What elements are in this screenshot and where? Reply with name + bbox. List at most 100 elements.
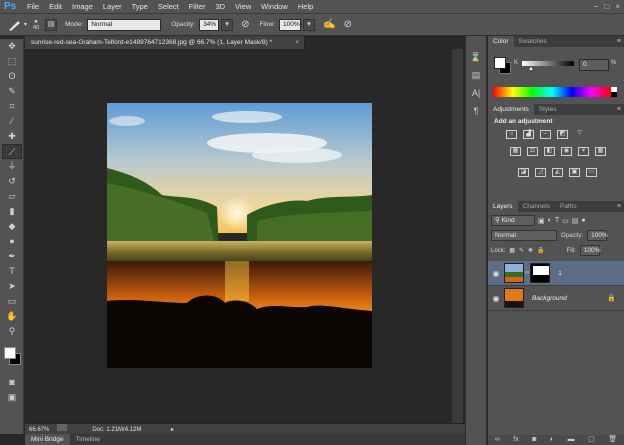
- layer-blend-mode-select[interactable]: Normal: [491, 230, 557, 241]
- photo-filter-icon[interactable]: ◉: [561, 147, 572, 156]
- dodge-tool-icon[interactable]: ●: [2, 234, 22, 249]
- selective-color-icon[interactable]: ▣: [569, 168, 580, 177]
- screen-mode-icon[interactable]: ▣: [2, 390, 22, 405]
- quick-select-tool-icon[interactable]: ✎: [2, 84, 22, 99]
- menu-window[interactable]: Window: [256, 0, 293, 14]
- black-white-icon[interactable]: ◧: [544, 147, 555, 156]
- hand-tool-icon[interactable]: ✋: [2, 309, 22, 324]
- airbrush-icon[interactable]: ✍: [323, 19, 335, 30]
- lock-position-icon[interactable]: ✥: [528, 247, 533, 254]
- filter-type-icon[interactable]: T: [555, 217, 559, 224]
- brush-size-picker[interactable]: ● 40: [33, 19, 39, 31]
- menu-filter[interactable]: Filter: [184, 0, 211, 14]
- minimize-button[interactable]: −: [594, 0, 599, 14]
- slider-thumb-icon[interactable]: ▲: [528, 66, 534, 72]
- adjustments-menu-icon[interactable]: ≡: [617, 104, 621, 115]
- tab-mini-bridge[interactable]: Mini Bridge: [25, 434, 70, 445]
- layer-row-1[interactable]: ◉ ∞ 1: [488, 261, 624, 286]
- opacity-slider-toggle[interactable]: ▾: [221, 18, 234, 31]
- delete-layer-icon[interactable]: 🗑: [608, 435, 617, 445]
- add-mask-icon[interactable]: ◙: [532, 435, 536, 445]
- status-menu-arrow-icon[interactable]: ▸: [171, 427, 174, 433]
- menu-layer[interactable]: Layer: [98, 0, 127, 14]
- levels-icon[interactable]: ▟: [523, 130, 534, 139]
- tab-timeline[interactable]: Timeline: [70, 434, 106, 445]
- tab-adjustments[interactable]: Adjustments: [488, 104, 534, 115]
- menu-file[interactable]: File: [22, 0, 44, 14]
- close-document-icon[interactable]: ×: [295, 36, 299, 49]
- threshold-icon[interactable]: ◭: [552, 168, 563, 177]
- text-panel-icon[interactable]: A|: [467, 86, 485, 100]
- zoom-tool-icon[interactable]: ⚲: [2, 324, 22, 339]
- filter-shape-icon[interactable]: ▭: [562, 217, 569, 225]
- filter-pixel-icon[interactable]: ▣: [538, 217, 545, 225]
- blur-tool-icon[interactable]: ◆: [2, 219, 22, 234]
- healing-brush-tool-icon[interactable]: ✚: [2, 129, 22, 144]
- menu-3d[interactable]: 3D: [210, 0, 230, 14]
- document-tab[interactable]: sunrise-red-sea-Graham-Telford-e14897647…: [25, 36, 305, 49]
- menu-edit[interactable]: Edit: [44, 0, 67, 14]
- fg-color-swatch[interactable]: [494, 57, 506, 69]
- status-info-icon[interactable]: [56, 424, 67, 431]
- image-canvas[interactable]: [107, 103, 372, 368]
- visibility-eye-icon[interactable]: ◉: [488, 294, 504, 303]
- chain-link-icon[interactable]: ∞: [525, 270, 529, 276]
- fill-input[interactable]: 100%: [579, 245, 601, 256]
- menu-help[interactable]: Help: [293, 0, 318, 14]
- tab-layers[interactable]: Layers: [488, 201, 518, 212]
- lasso-tool-icon[interactable]: ʘ: [2, 69, 22, 84]
- flow-slider-toggle[interactable]: ▾: [302, 18, 315, 31]
- tab-channels[interactable]: Channels: [518, 201, 555, 212]
- brightness-contrast-icon[interactable]: ☼: [506, 130, 517, 139]
- mode-select[interactable]: Normal: [87, 18, 162, 31]
- close-button[interactable]: ×: [615, 0, 620, 14]
- menu-select[interactable]: Select: [153, 0, 184, 14]
- brush-panel-toggle-icon[interactable]: ▤: [45, 18, 58, 31]
- crop-tool-icon[interactable]: ⌗: [2, 99, 22, 114]
- properties-panel-icon[interactable]: ▤: [467, 68, 485, 82]
- marquee-tool-icon[interactable]: ⬚: [2, 54, 22, 69]
- black-swatch[interactable]: [611, 92, 617, 97]
- lock-all-icon[interactable]: 🔒: [537, 247, 544, 254]
- vibrance-icon[interactable]: ▽: [574, 130, 585, 139]
- menu-type[interactable]: Type: [127, 0, 153, 14]
- posterize-icon[interactable]: ◿: [535, 168, 546, 177]
- maximize-button[interactable]: □: [604, 0, 609, 14]
- gradient-map-icon[interactable]: ▭: [586, 168, 597, 177]
- history-panel-icon[interactable]: ⌛: [467, 50, 485, 64]
- eraser-tool-icon[interactable]: ▱: [2, 189, 22, 204]
- channel-value-input[interactable]: 0: [579, 59, 609, 71]
- menu-image[interactable]: Image: [67, 0, 98, 14]
- tab-color[interactable]: Color: [488, 36, 514, 47]
- quick-mask-icon[interactable]: ◙: [2, 375, 22, 390]
- gradient-tool-icon[interactable]: ▮: [2, 204, 22, 219]
- tab-paths[interactable]: Paths: [555, 201, 582, 212]
- pen-tool-icon[interactable]: ✒: [2, 249, 22, 264]
- layer-row-background[interactable]: ◉ Background 🔒: [488, 286, 624, 311]
- panel-menu-icon[interactable]: ≡: [617, 36, 621, 47]
- new-group-icon[interactable]: ▬: [568, 435, 575, 445]
- new-layer-icon[interactable]: ▢: [588, 435, 595, 445]
- layer-opacity-input[interactable]: 100%: [587, 230, 608, 241]
- exposure-icon[interactable]: ◩: [557, 130, 568, 139]
- lock-transparent-icon[interactable]: ▦: [509, 247, 515, 254]
- channel-mixer-icon[interactable]: ⚘: [578, 147, 589, 156]
- layer-mask-thumbnail[interactable]: [530, 263, 551, 283]
- eyedropper-tool-icon[interactable]: ⁄: [2, 114, 22, 129]
- type-tool-icon[interactable]: T: [2, 264, 22, 279]
- curves-icon[interactable]: ∽: [540, 130, 551, 139]
- color-balance-icon[interactable]: ⚖: [527, 147, 538, 156]
- lock-pixels-icon[interactable]: ✎: [519, 247, 524, 254]
- opacity-input[interactable]: 34%: [199, 18, 220, 31]
- tool-preset-picker[interactable]: ▾: [6, 18, 27, 32]
- filter-toggle-icon[interactable]: ●: [581, 217, 585, 224]
- brush-tool-icon[interactable]: ⟋: [2, 144, 22, 159]
- menu-view[interactable]: View: [230, 0, 256, 14]
- foreground-color-swatch[interactable]: [4, 347, 16, 359]
- layer-style-icon[interactable]: fx: [513, 435, 518, 445]
- pressure-size-icon[interactable]: ⊘: [343, 19, 351, 30]
- tab-swatches[interactable]: Swatches: [514, 36, 552, 47]
- paragraph-panel-icon[interactable]: ¶: [467, 104, 485, 118]
- visibility-eye-icon[interactable]: ◉: [488, 269, 504, 278]
- shape-tool-icon[interactable]: ▭: [2, 294, 22, 309]
